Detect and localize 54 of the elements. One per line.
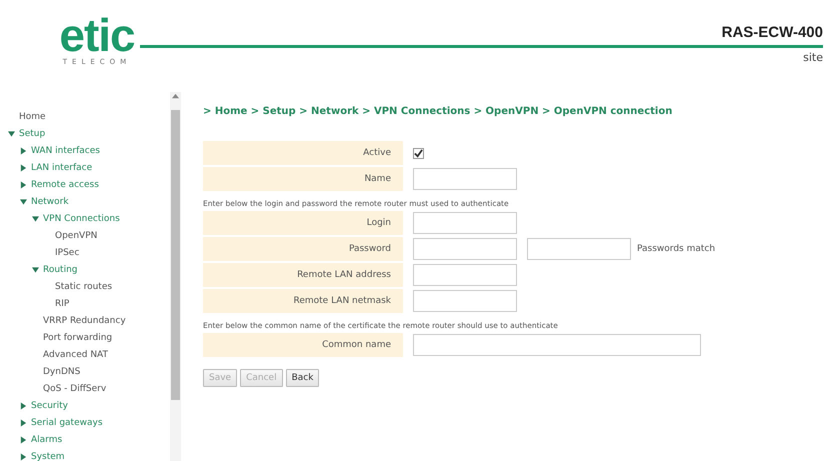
sidebar-item[interactable]: Port forwarding [43, 332, 112, 342]
field-label: Common name [203, 333, 403, 357]
password-confirm-field[interactable] [527, 238, 631, 260]
sidebar-item[interactable]: OpenVPN [55, 230, 98, 240]
sidebar-item[interactable]: System [31, 452, 65, 461]
field-label: Active [203, 141, 403, 165]
collapsed-triangle-icon[interactable] [20, 452, 27, 460]
field-label: Password [203, 237, 403, 261]
collapsed-triangle-icon[interactable] [20, 164, 27, 172]
sidebar-item[interactable]: Network [31, 196, 69, 206]
sidebar-item[interactable]: DynDNS [43, 366, 80, 376]
input-field[interactable] [413, 290, 517, 312]
field-label: Name [203, 167, 403, 191]
field-label: Remote LAN netmask [203, 289, 403, 313]
breadcrumb: > Home > Setup > Network > VPN Connections > OpenVPN > OpenVPN connection [203, 106, 674, 117]
sidebar-item[interactable]: LAN interface [31, 162, 92, 172]
sidebar-item[interactable]: VRRP Redundancy [43, 316, 126, 326]
sidebar-item[interactable]: RIP [55, 298, 70, 308]
field-label: Remote LAN address [203, 263, 403, 287]
sidebar-item[interactable]: Alarms [31, 434, 62, 444]
site-name: site [803, 51, 823, 64]
sidebar-item[interactable]: Remote access [31, 180, 99, 190]
scroll-up-arrow-icon[interactable] [172, 92, 179, 101]
input-field[interactable] [413, 264, 517, 286]
collapsed-triangle-icon[interactable] [20, 436, 27, 444]
field-label: Login [203, 211, 403, 235]
active-checkbox[interactable] [413, 148, 424, 158]
input-field[interactable] [413, 212, 517, 234]
sidebar-item[interactable]: Static routes [55, 282, 112, 292]
sidebar-item[interactable]: QoS - DiffServ [43, 384, 106, 394]
collapsed-triangle-icon[interactable] [20, 402, 27, 410]
password-field[interactable] [413, 238, 517, 260]
expanded-triangle-icon[interactable] [8, 130, 15, 138]
expanded-triangle-icon[interactable] [20, 198, 27, 206]
sidebar-item[interactable]: Home [19, 112, 46, 122]
sidebar-item[interactable]: VPN Connections [43, 214, 120, 224]
sidebar-item[interactable]: Security [31, 400, 68, 410]
form-button[interactable]: Back [286, 369, 320, 387]
expanded-triangle-icon[interactable] [32, 214, 39, 222]
sidebar-item[interactable]: IPSec [55, 248, 80, 258]
collapsed-triangle-icon[interactable] [20, 180, 27, 188]
device-title: RAS-ECW-400 [722, 24, 823, 41]
input-field[interactable] [413, 334, 701, 356]
sidebar-item[interactable]: WAN interfaces [31, 146, 100, 156]
password-status: Passwords match [637, 244, 716, 254]
sidebar-item[interactable]: Setup [19, 128, 46, 138]
sidebar-item[interactable]: Routing [43, 264, 78, 274]
sidebar-item[interactable]: Serial gateways [31, 418, 103, 428]
scrollbar[interactable] [170, 92, 181, 461]
expanded-triangle-icon[interactable] [32, 266, 39, 274]
collapsed-triangle-icon[interactable] [20, 418, 27, 426]
sidebar-item[interactable]: Advanced NAT [43, 350, 108, 360]
input-field[interactable] [413, 168, 517, 190]
collapsed-triangle-icon[interactable] [20, 146, 27, 154]
